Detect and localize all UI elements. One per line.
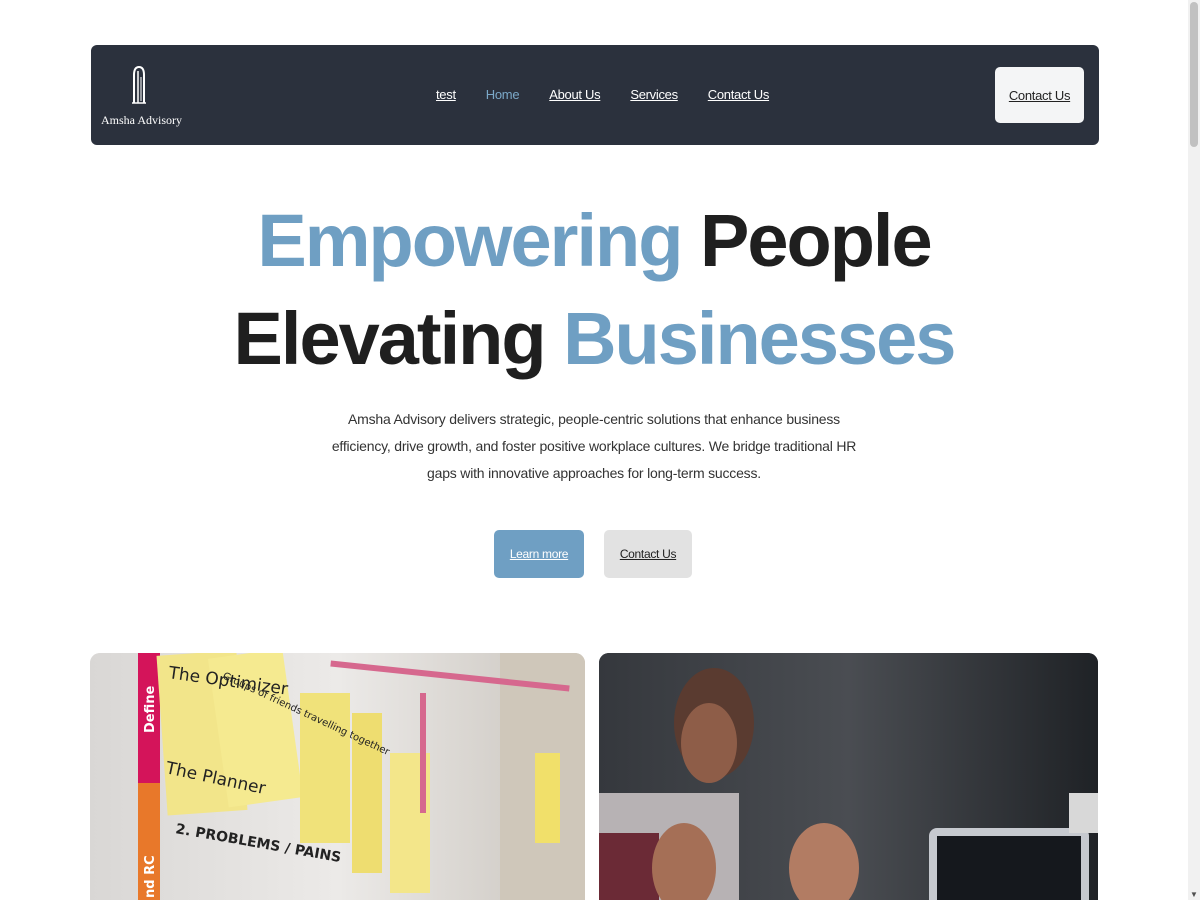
hero-title: Empowering People Elevating Businesses [0, 192, 1188, 388]
scrollbar-thumb[interactable] [1190, 2, 1198, 147]
learn-more-button[interactable]: Learn more [494, 530, 584, 578]
nav-item-services[interactable]: Services [630, 87, 678, 102]
brand-name: Amsha Advisory [101, 113, 182, 127]
nav-item-home[interactable]: Home [486, 87, 520, 102]
logo-mark-icon [132, 65, 146, 104]
navbar: Amsha Advisory test Home About Us Servic… [91, 45, 1099, 145]
hero-title-text-1: People [699, 199, 933, 282]
hero-title-line-2: Elevating Businesses [0, 290, 1188, 388]
rc-label: nd RC [143, 855, 158, 898]
page: Amsha Advisory test Home About Us Servic… [0, 0, 1200, 900]
hero-contact-button[interactable]: Contact Us [604, 530, 692, 578]
brand-logo[interactable]: Amsha Advisory [101, 63, 182, 129]
nav-links: test Home About Us Services Contact Us [436, 87, 769, 102]
nav-item-test[interactable]: test [436, 87, 456, 102]
nav-item-about-us[interactable]: About Us [549, 87, 600, 102]
hero-title-line-1: Empowering People [0, 192, 1188, 290]
sticky-notes-photo: Define nd RC The Optimizer The Planner G… [90, 653, 585, 900]
person-laptop-photo [599, 653, 1098, 900]
hero-title-text-2: Elevating [233, 297, 547, 380]
hero-title-accent-1: Empowering [257, 199, 683, 282]
sticky-notes-illustration: Define nd RC The Optimizer The Planner G… [90, 653, 585, 900]
person-laptop-illustration [599, 653, 1098, 900]
page-scrollbar[interactable]: ▲ ▼ [1188, 0, 1200, 900]
hero-description: Amsha Advisory delivers strategic, peopl… [331, 411, 857, 481]
nav-item-contact-us[interactable]: Contact Us [708, 87, 770, 102]
scroll-down-icon[interactable]: ▼ [1190, 890, 1198, 900]
hero-title-accent-2: Businesses [563, 297, 956, 380]
nav-contact-button[interactable]: Contact Us [995, 67, 1084, 123]
define-label: Define [143, 686, 158, 733]
